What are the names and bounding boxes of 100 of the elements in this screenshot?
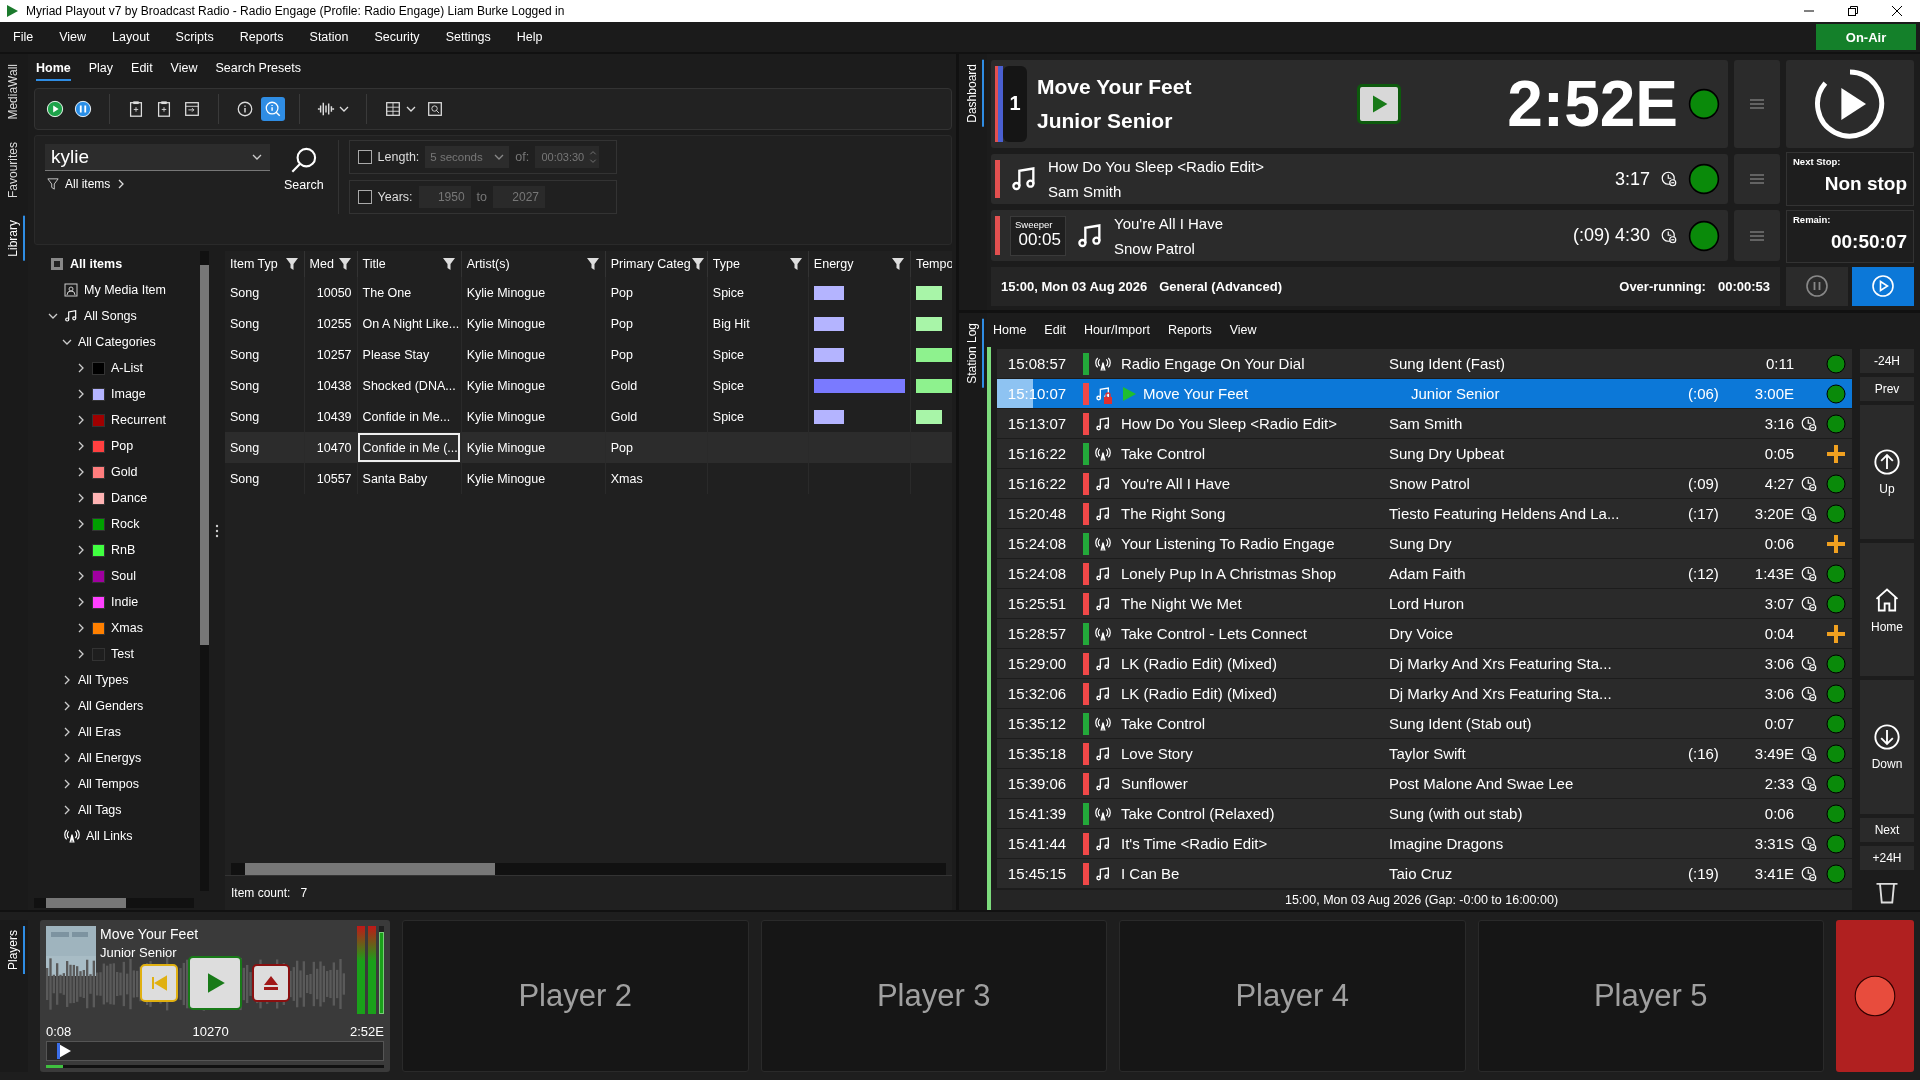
tree-item[interactable]: All Categories <box>78 335 156 349</box>
tree-item[interactable]: Pop <box>111 439 134 453</box>
nav-button[interactable]: +24H <box>1860 846 1914 870</box>
tree-item[interactable]: Dance <box>111 491 148 505</box>
filter-icon[interactable] <box>337 257 352 271</box>
tree-item[interactable]: RnB <box>111 543 136 557</box>
search-field[interactable]: kylie <box>45 144 270 171</box>
tree-item[interactable]: My Media Item <box>84 283 166 297</box>
column-header[interactable]: Energy <box>808 251 911 277</box>
ribbon-tab[interactable]: Edit <box>131 57 153 81</box>
tree-item[interactable]: Indie <box>111 595 139 609</box>
chevron-right-icon[interactable] <box>62 701 72 711</box>
chevron-right-icon[interactable] <box>76 571 86 581</box>
nav-button[interactable]: Next <box>1860 818 1914 842</box>
log-tab[interactable]: View <box>1229 323 1257 337</box>
filter-icon[interactable] <box>585 257 600 271</box>
ribbon-tab[interactable]: Search Presets <box>215 57 301 81</box>
chevron-right-icon[interactable] <box>76 415 86 425</box>
side-tab[interactable]: Favourites <box>3 137 25 202</box>
chevron-right-icon[interactable] <box>76 467 86 477</box>
nav-button[interactable]: Down <box>1860 680 1914 814</box>
menu-item[interactable]: Scripts <box>164 30 225 44</box>
filter-icon[interactable] <box>441 257 456 271</box>
tree-item[interactable]: All Links <box>86 829 133 843</box>
player-slot[interactable]: Player 3 <box>760 920 1107 1072</box>
chevron-right-icon[interactable] <box>76 597 86 607</box>
chevron-right-icon[interactable] <box>62 779 72 789</box>
log-row[interactable]: 15:24:08 Your Listening To Radio Engage Sung Dry 0:06 <box>997 529 1852 558</box>
player-slot[interactable]: Player 5 <box>1477 920 1824 1072</box>
on-air-button[interactable]: On-Air <box>1816 24 1916 50</box>
play-button[interactable] <box>1852 266 1914 306</box>
filter-icon[interactable] <box>690 257 705 271</box>
play-circle-icon[interactable] <box>1813 67 1887 142</box>
side-tab[interactable]: MediaWall <box>3 60 25 124</box>
menu-item[interactable]: Help <box>505 30 554 44</box>
chevron-right-icon[interactable] <box>62 675 72 685</box>
ribbon-tab[interactable]: Home <box>36 57 71 81</box>
pause-button[interactable] <box>1786 266 1848 306</box>
collapse-all-icon[interactable] <box>50 257 64 271</box>
nav-button[interactable]: Home <box>1860 542 1914 677</box>
info-search-tool-button[interactable] <box>261 97 285 121</box>
side-tab[interactable]: Dashboard <box>962 60 984 127</box>
tree-item[interactable]: All Energys <box>78 751 142 765</box>
tree-item[interactable]: Xmas <box>111 621 143 635</box>
nav-button[interactable]: -24H <box>1860 349 1914 373</box>
progress-slider[interactable] <box>57 1043 72 1059</box>
maximize-icon[interactable] <box>1848 6 1858 16</box>
tree-item[interactable]: All Tags <box>78 803 122 817</box>
log-row[interactable]: 15:08:57 Radio Engage On Your Dial Sung Ident (Fast) 0:11 <box>997 349 1852 378</box>
search-button[interactable]: Search <box>284 146 324 192</box>
log-row[interactable]: 15:25:51 The Night We Met Lord Huron 3:07 <box>997 589 1852 618</box>
filter-button[interactable]: All items <box>45 177 270 191</box>
chevron-right-icon[interactable] <box>76 493 86 503</box>
column-header[interactable]: Artist(s) <box>461 251 606 277</box>
tree-item[interactable]: Gold <box>111 465 138 479</box>
log-row[interactable]: 15:32:06 LK (Radio Edit) (Mixed) Dj Marky And Xrs Featuring Sta... 3:06 <box>997 679 1852 708</box>
log-tab[interactable]: Hour/Import <box>1083 323 1150 337</box>
log-row[interactable]: 15:41:39 Take Control (Relaxed) Sung (with out stab) 0:06 <box>997 799 1852 828</box>
log-row[interactable]: 15:24:08 Lonely Pup In A Christmas Shop Adam Faith (:12) 1:43E <box>997 559 1852 588</box>
log-tab[interactable]: Reports <box>1167 323 1212 337</box>
log-row[interactable]: 15:29:00 LK (Radio Edit) (Mixed) Dj Marky And Xrs Featuring Sta... 3:06 <box>997 649 1852 678</box>
tree-item[interactable]: Image <box>111 387 146 401</box>
tree-item[interactable]: A-List <box>111 361 143 375</box>
log-row[interactable]: 15:16:22 Take Control Sung Dry Upbeat 0:05 <box>997 439 1852 468</box>
scrollbar[interactable] <box>34 898 194 908</box>
chevron-right-icon[interactable] <box>76 363 86 373</box>
close-icon[interactable] <box>1892 6 1902 16</box>
column-header[interactable]: Primary Categ <box>605 251 708 277</box>
menu-item[interactable]: Settings <box>434 30 502 44</box>
tree-item[interactable]: All Songs <box>84 309 137 323</box>
menu-item[interactable]: View <box>48 30 98 44</box>
filter-icon[interactable] <box>788 257 803 271</box>
menu-item[interactable]: Layout <box>101 30 161 44</box>
log-row[interactable]: 15:45:15 I Can Be Taio Cruz (:19) 3:41E <box>997 859 1852 888</box>
menu-button[interactable] <box>1734 153 1780 205</box>
menu-item[interactable]: Station <box>298 30 360 44</box>
tree-item[interactable]: Recurrent <box>111 413 166 427</box>
log-row[interactable]: 15:35:18 Love Story Taylor Swift (:16) 3:49E <box>997 739 1852 768</box>
log-row[interactable]: 15:13:07 How Do You Sleep <Radio Edit> Sam Smith 3:16 <box>997 409 1852 438</box>
log-tab[interactable]: Edit <box>1044 323 1066 337</box>
log-row[interactable]: 15:41:44 It's Time <Radio Edit> Imagine Dragons 3:31S <box>997 829 1852 858</box>
chevron-right-icon[interactable] <box>62 753 72 763</box>
log-row[interactable]: 15:20:48 The Right Song Tiesto Featuring Heldens And La... (:17) 3:20E <box>997 499 1852 528</box>
column-header[interactable]: Item Typ <box>225 251 305 277</box>
chevron-right-icon[interactable] <box>62 727 72 737</box>
log-row[interactable]: 15:39:06 Sunflower Post Malone And Swae Lee 2:33 <box>997 769 1852 798</box>
tree-item[interactable]: All Tempos <box>78 777 139 791</box>
menu-item[interactable]: Reports <box>228 30 295 44</box>
tree-item[interactable]: All items <box>70 257 123 271</box>
column-header[interactable]: Title <box>357 251 462 277</box>
splitter-grip-icon[interactable] <box>215 523 219 538</box>
log-row[interactable]: 15:16:22 You're All I Have Snow Patrol (:09) 4:27 <box>997 469 1852 498</box>
column-header[interactable]: Type <box>707 251 809 277</box>
chevron-right-icon[interactable] <box>76 441 86 451</box>
nav-button[interactable]: Prev <box>1860 377 1914 401</box>
tree-item[interactable]: All Genders <box>78 699 144 713</box>
menu-item[interactable]: File <box>2 30 45 44</box>
chevron-right-icon[interactable] <box>62 805 72 815</box>
player-slot[interactable]: Player 2 <box>402 920 749 1072</box>
table-row[interactable]: Song 10470 Confide in Me (... Kylie Minogue Pop <box>225 432 952 463</box>
